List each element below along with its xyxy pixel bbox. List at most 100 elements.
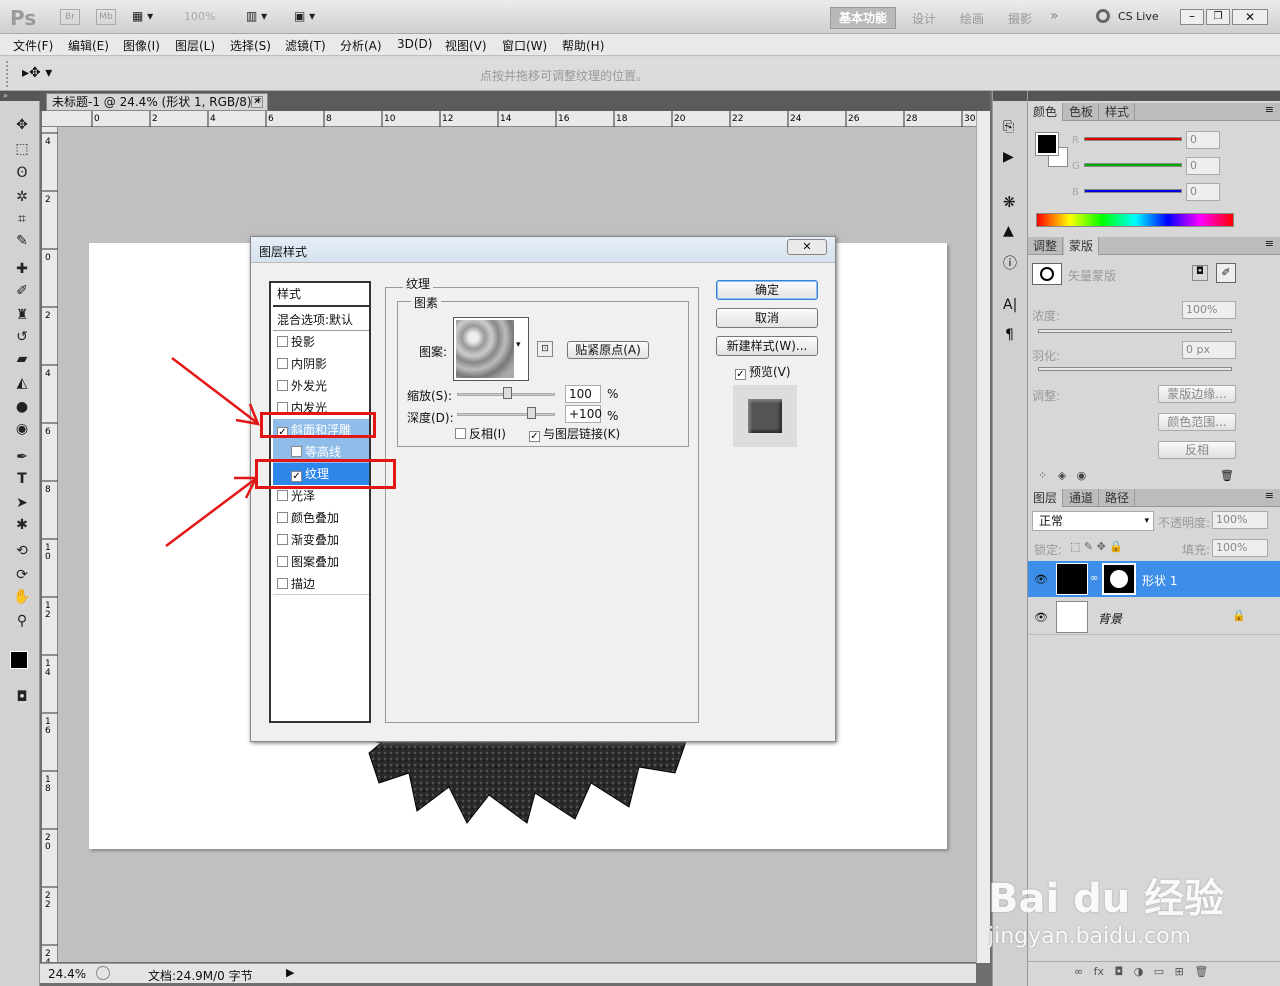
style-outer-glow[interactable]: 外发光 xyxy=(273,375,369,397)
lasso-tool-icon[interactable]: ʘ xyxy=(10,163,34,183)
healing-brush-icon[interactable]: ✚ xyxy=(10,259,34,279)
chevron-down-icon[interactable]: ▾ xyxy=(516,340,521,350)
path-select-icon[interactable]: ➤ xyxy=(10,493,34,513)
dodge-tool-icon[interactable]: ◉ xyxy=(10,419,34,439)
info-panel-icon[interactable]: ⓘ xyxy=(1003,253,1017,273)
feather-value[interactable]: 0 px xyxy=(1182,341,1236,359)
fill-value[interactable]: 100% xyxy=(1212,539,1268,557)
invert-checkbox[interactable] xyxy=(455,428,466,439)
foreground-color-swatch[interactable] xyxy=(10,651,28,669)
channel-b-value[interactable]: 0 xyxy=(1186,183,1220,201)
scale-input[interactable]: 100 xyxy=(565,385,601,403)
history-brush-icon[interactable]: ↺ xyxy=(10,327,34,347)
visibility-eye-icon[interactable]: 👁 xyxy=(1034,611,1048,624)
menu-filter[interactable]: 滤镜(T) xyxy=(285,37,326,54)
close-button[interactable]: ✕ xyxy=(1232,9,1268,25)
pattern-picker[interactable]: ▾ xyxy=(453,317,529,381)
3d-rotate-icon[interactable]: ⟲ xyxy=(10,541,34,561)
layer-row-background[interactable]: 👁 背景 🔒 xyxy=(1028,599,1280,635)
status-menu-arrow-icon[interactable]: ▶ xyxy=(286,966,294,979)
pixel-mask-icon[interactable]: ◘ xyxy=(1192,265,1208,281)
vertical-scrollbar[interactable] xyxy=(976,111,990,963)
type-tool-icon[interactable]: T xyxy=(10,469,34,489)
more-workspaces-icon[interactable]: » xyxy=(1050,8,1059,24)
checkbox[interactable] xyxy=(291,446,302,457)
menu-window[interactable]: 窗口(W) xyxy=(502,37,547,54)
preview-checkbox[interactable]: ✓ xyxy=(735,369,746,380)
visibility-eye-icon[interactable]: 👁 xyxy=(1034,573,1048,586)
screen-mode-icon[interactable]: ▣ ▾ xyxy=(294,9,315,23)
paragraph-panel-icon[interactable]: ¶ xyxy=(1005,327,1014,343)
blend-options-item[interactable]: 混合选项:默认 xyxy=(273,309,369,331)
3d-panel-icon[interactable]: ❋ xyxy=(1003,193,1016,211)
new-style-button[interactable]: 新建样式(W)... xyxy=(716,336,818,356)
invert-option[interactable]: 反相(I) xyxy=(455,425,506,442)
mask-delete-icon[interactable]: 🗑 xyxy=(1220,469,1234,482)
mask-panel-menu-icon[interactable]: ≡ xyxy=(1265,237,1274,250)
eyedropper-tool-icon[interactable]: ✎ xyxy=(10,231,34,251)
strip-collapse-bar[interactable] xyxy=(993,91,1027,101)
link-checkbox[interactable]: ✓ xyxy=(529,431,540,442)
style-pattern-overlay[interactable]: 图案叠加 xyxy=(273,551,369,573)
style-color-overlay[interactable]: 颜色叠加 xyxy=(273,507,369,529)
checkbox[interactable] xyxy=(277,578,288,589)
menu-select[interactable]: 选择(S) xyxy=(230,37,271,54)
menu-3d[interactable]: 3D(D) xyxy=(397,37,432,51)
hand-tool-icon[interactable]: ✋ xyxy=(10,587,34,607)
lock-icons[interactable]: ⬚ ✎ ✥ 🔒 xyxy=(1070,540,1123,553)
depth-input[interactable]: +100 xyxy=(565,405,602,423)
workspace-painting[interactable]: 绘画 xyxy=(960,10,984,27)
channel-g-slider[interactable] xyxy=(1084,163,1182,167)
workspace-design[interactable]: 设计 xyxy=(912,10,936,27)
menu-image[interactable]: 图像(I) xyxy=(123,37,160,54)
tab-swatches[interactable]: 色板 xyxy=(1064,103,1100,121)
style-drop-shadow[interactable]: 投影 xyxy=(273,331,369,353)
crop-tool-icon[interactable]: ⌗ xyxy=(10,209,34,229)
link-with-layer-option[interactable]: ✓ 与图层链接(K) xyxy=(529,425,620,442)
zoom-tool-icon[interactable]: ⚲ xyxy=(10,611,34,631)
tools-collapse-icon[interactable]: » xyxy=(0,91,40,101)
blend-mode-select[interactable]: 正常 ▾ xyxy=(1032,511,1154,531)
panel-menu-icon[interactable]: ≡ xyxy=(1265,103,1274,116)
channel-b-slider[interactable] xyxy=(1084,189,1182,193)
zoom-level[interactable]: 100% xyxy=(184,10,215,23)
tab-channels[interactable]: 通道 xyxy=(1064,489,1100,507)
restore-button[interactable]: ❐ xyxy=(1206,9,1230,25)
document-tab[interactable]: 未标题-1 @ 24.4% (形状 1, RGB/8) * ✕ xyxy=(46,93,268,111)
scale-slider-thumb[interactable] xyxy=(503,387,512,399)
arrange-documents-icon[interactable]: ▥ ▾ xyxy=(246,9,267,23)
history-panel-icon[interactable]: ⎘ xyxy=(1003,119,1014,135)
mask-invert-button[interactable]: 反相 xyxy=(1158,441,1236,459)
stamp-tool-icon[interactable]: ♜ xyxy=(10,305,34,325)
3d-orbit-icon[interactable]: ⟳ xyxy=(10,565,34,585)
dialog-close-button[interactable]: ✕ xyxy=(787,239,827,255)
snap-to-origin-button[interactable]: 贴紧原点(A) xyxy=(567,341,649,359)
channel-r-slider[interactable] xyxy=(1084,137,1182,141)
style-stroke[interactable]: 描边 xyxy=(273,573,369,595)
tab-color[interactable]: 颜色 xyxy=(1028,103,1064,121)
style-gradient-overlay[interactable]: 渐变叠加 xyxy=(273,529,369,551)
depth-slider-thumb[interactable] xyxy=(527,407,536,419)
bridge-icon[interactable]: Br xyxy=(60,9,80,25)
mask-edge-button[interactable]: 蒙版边缘... xyxy=(1158,385,1236,403)
vector-mask-add-icon[interactable]: ✐ xyxy=(1216,263,1236,283)
move-tool-icon[interactable]: ✥ xyxy=(10,115,34,135)
preview-option[interactable]: ✓ 预览(V) xyxy=(735,363,791,380)
color-spectrum-bar[interactable] xyxy=(1036,213,1234,227)
tab-masks[interactable]: 蒙版 xyxy=(1064,237,1100,255)
status-icon[interactable] xyxy=(96,966,110,980)
minimize-button[interactable]: – xyxy=(1180,9,1204,25)
tab-layers[interactable]: 图层 xyxy=(1028,489,1064,507)
channel-g-value[interactable]: 0 xyxy=(1186,157,1220,175)
menu-edit[interactable]: 编辑(E) xyxy=(68,37,109,54)
new-preset-icon[interactable]: ⊡ xyxy=(537,341,553,357)
adjust-panel-icon[interactable]: ▲ xyxy=(1003,223,1014,239)
eraser-tool-icon[interactable]: ▰ xyxy=(10,349,34,369)
actions-panel-icon[interactable]: ▶ xyxy=(1003,149,1014,165)
view-extras-icon[interactable]: ▦ ▾ xyxy=(132,9,162,25)
mask-footer-icons[interactable]: ⁘ ◈ ◉ xyxy=(1038,469,1086,482)
quick-mask-icon[interactable]: ◘ xyxy=(10,687,34,707)
channel-r-value[interactable]: 0 xyxy=(1186,131,1220,149)
move-tool-preset-icon[interactable]: ▸✥ ▾ xyxy=(22,65,52,81)
color-range-button[interactable]: 颜色范围... xyxy=(1158,413,1236,431)
